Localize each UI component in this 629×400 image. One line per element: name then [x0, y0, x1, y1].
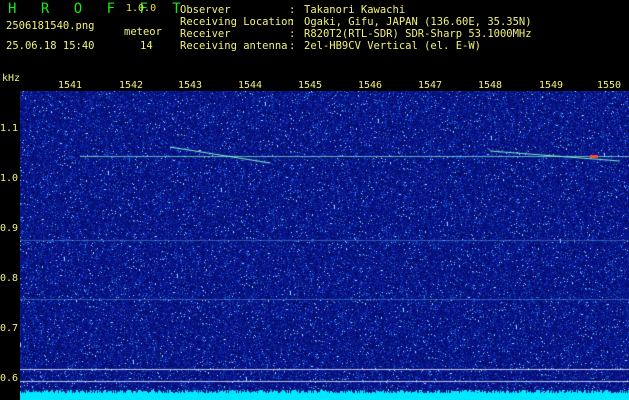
x-tick-label: 1544	[237, 80, 263, 91]
x-tick-label: 1550	[596, 80, 622, 91]
spectrogram	[20, 91, 629, 400]
info-key-antenna: Receiving antenna	[180, 40, 288, 52]
x-tick-label: 1541	[57, 80, 83, 91]
header-panel: H R O F F T 1.0.0 2506181540.png 25.06.1…	[0, 0, 629, 72]
file-name: 2506181540.png	[6, 20, 95, 32]
info-colon: :	[289, 40, 296, 52]
y-axis-unit: kHz	[2, 73, 21, 84]
x-tick-label: 1548	[477, 80, 503, 91]
timestamp: 25.06.18 15:40	[6, 40, 95, 52]
x-tick-label: 1542	[118, 80, 144, 91]
x-tick-label: 1546	[357, 80, 383, 91]
meteor-count: 14	[140, 40, 153, 52]
info-value-antenna: 2el-HB9CV Vertical (el. E-W)	[304, 40, 482, 52]
info-key-observer: Observer	[180, 4, 231, 16]
y-tick-label: 1.1	[0, 123, 19, 134]
info-colon: :	[289, 16, 296, 28]
y-tick-label: 0.9	[0, 223, 19, 234]
info-value-receiver: R820T2(RTL-SDR) SDR-Sharp 53.1000MHz	[304, 28, 532, 40]
info-value-location: Ogaki, Gifu, JAPAN (136.60E, 35.35N)	[304, 16, 532, 28]
y-tick-label: 1.0	[0, 173, 19, 184]
info-colon: :	[289, 4, 296, 16]
info-key-receiver: Receiver	[180, 28, 231, 40]
x-tick-label: 1545	[297, 80, 323, 91]
info-key-location: Receiving Location	[180, 16, 294, 28]
app-version: 1.0.0	[126, 3, 157, 14]
info-value-observer: Takanori Kawachi	[304, 4, 406, 16]
info-colon: :	[289, 28, 296, 40]
y-tick-label: 0.6	[0, 373, 19, 384]
x-tick-label: 1543	[177, 80, 203, 91]
app-title: H R O F F T	[8, 1, 189, 17]
x-tick-label: 1547	[417, 80, 443, 91]
y-tick-label: 0.8	[0, 273, 19, 284]
meteor-label: meteor	[124, 26, 162, 38]
y-tick-label: 0.7	[0, 323, 19, 334]
x-tick-label: 1549	[538, 80, 564, 91]
